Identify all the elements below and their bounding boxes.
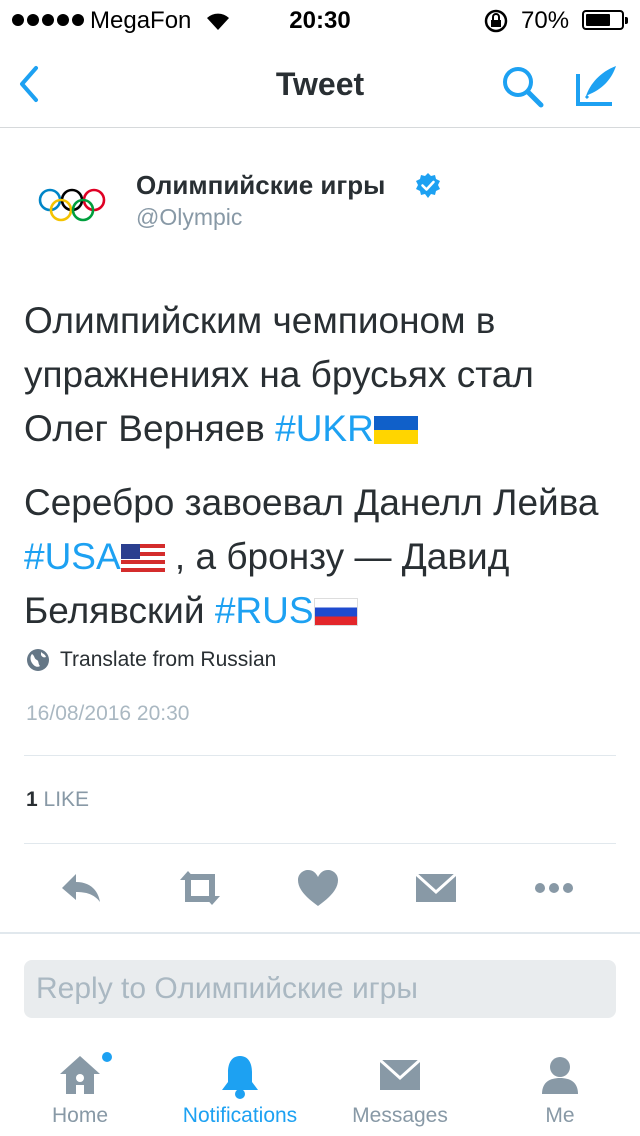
- navigation-bar: Tweet: [0, 40, 640, 128]
- tab-label: Notifications: [182, 1104, 298, 1127]
- tweet-timestamp: 16/08/2016 20:30: [26, 702, 190, 725]
- battery-percent: 70%: [521, 7, 570, 34]
- home-icon: [60, 1056, 100, 1094]
- like-heart-icon[interactable]: [294, 866, 342, 910]
- like-count[interactable]: 1 LIKE: [26, 788, 89, 812]
- more-options-icon[interactable]: [530, 866, 578, 910]
- hashtag-rus-link[interactable]: #RUS: [215, 590, 314, 631]
- tweet-text: Олимпийским чемпионом в упражнениях на б…: [24, 294, 624, 658]
- battery-icon: [582, 10, 628, 30]
- like-count-value: 1: [26, 788, 38, 811]
- like-count-label: LIKE: [43, 788, 90, 811]
- tab-label: Messages: [352, 1104, 448, 1127]
- tab-messages[interactable]: Messages: [320, 1040, 480, 1136]
- retweet-icon[interactable]: [176, 866, 224, 910]
- tab-label: Me: [545, 1104, 575, 1127]
- person-icon: [542, 1057, 578, 1094]
- reply-input[interactable]: Reply to Олимпийские игры: [24, 960, 616, 1018]
- tab-home[interactable]: Home: [0, 1040, 160, 1136]
- hashtag-ukr-link[interactable]: #UKR: [275, 408, 374, 449]
- globe-icon: [27, 649, 49, 671]
- new-content-dot: [102, 1052, 112, 1062]
- russia-flag-icon: [313, 598, 358, 626]
- bell-icon: [222, 1056, 258, 1099]
- divider: [0, 932, 640, 934]
- tweet-paragraph-2: Серебро завоевал Данелл Лейва #USA , а б…: [24, 476, 624, 638]
- ukraine-flag-icon: [373, 416, 418, 444]
- verified-badge-icon: [416, 173, 440, 198]
- reply-icon[interactable]: [58, 866, 106, 910]
- direct-message-icon[interactable]: [412, 866, 460, 910]
- tweet-actions: [0, 860, 640, 916]
- tweet-text-segment: Серебро завоевал Данелл Лейва: [24, 482, 599, 523]
- search-icon[interactable]: [498, 62, 546, 110]
- olympic-rings-avatar[interactable]: [24, 160, 120, 256]
- tab-bar: Home Notifications Messages Me: [0, 1040, 640, 1136]
- hashtag-usa-link[interactable]: #USA: [24, 536, 121, 577]
- divider: [24, 755, 616, 756]
- translate-link[interactable]: Translate from Russian: [26, 648, 276, 672]
- tab-label: Home: [51, 1104, 109, 1127]
- author-username[interactable]: @Olympic: [136, 204, 242, 231]
- translate-label: Translate from Russian: [60, 648, 277, 671]
- tweet-paragraph-1: Олимпийским чемпионом в упражнениях на б…: [24, 294, 624, 456]
- tab-notifications[interactable]: Notifications: [160, 1040, 320, 1136]
- usa-flag-icon: [120, 544, 165, 572]
- rotation-lock-icon: [484, 9, 508, 33]
- tweet-detail-screen: MegaFon 20:30 70% Tweet Олимпийские игры…: [0, 0, 640, 1136]
- status-bar: MegaFon 20:30 70%: [0, 0, 640, 40]
- divider: [24, 843, 616, 844]
- envelope-icon: [378, 1058, 422, 1090]
- tab-me[interactable]: Me: [480, 1040, 640, 1136]
- author-display-name[interactable]: Олимпийские игры: [136, 170, 385, 201]
- compose-icon[interactable]: [572, 62, 620, 110]
